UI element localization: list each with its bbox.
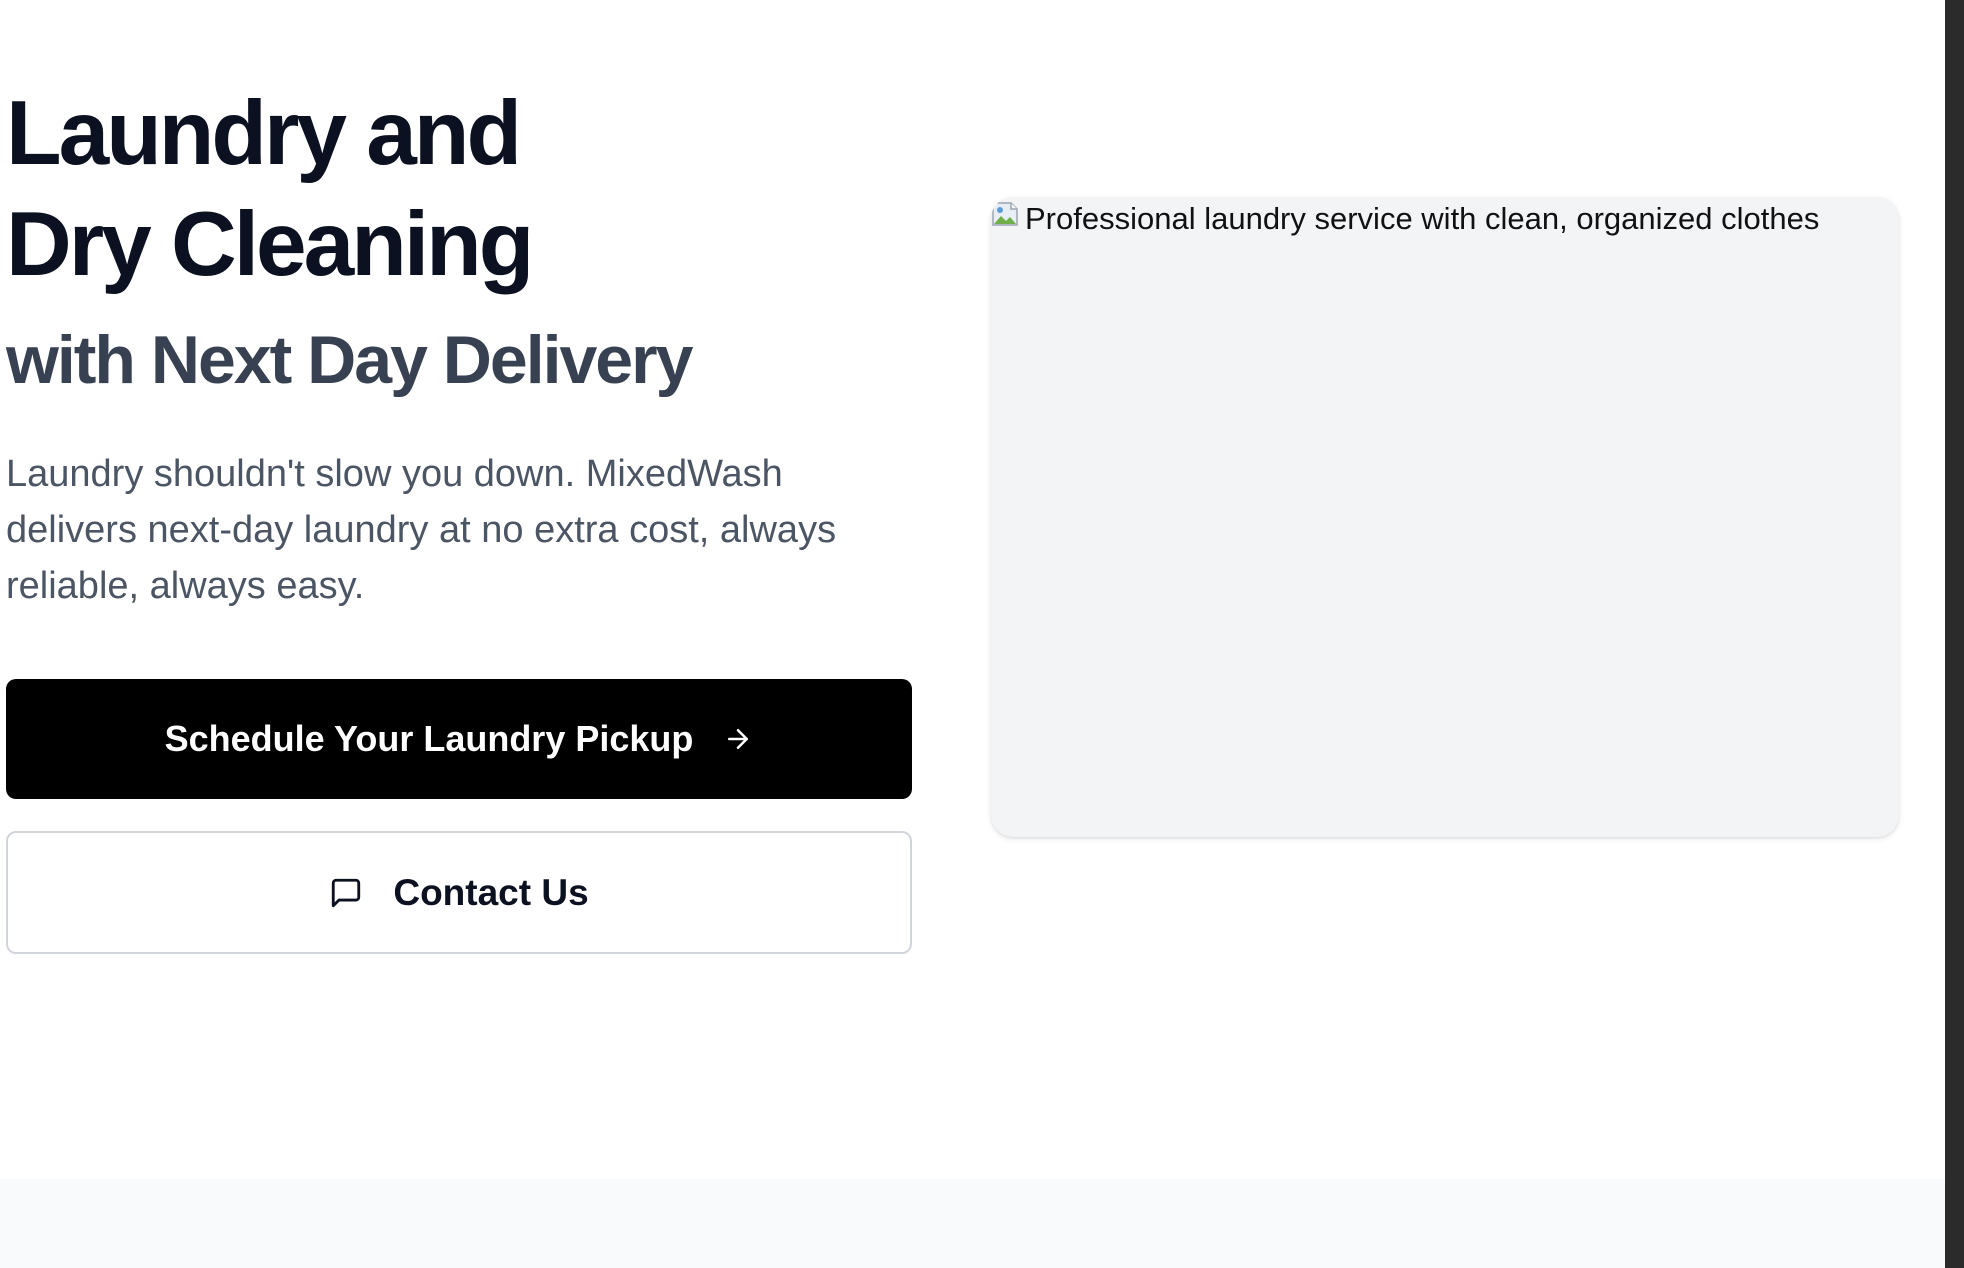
hero-subtitle: with Next Day Delivery bbox=[6, 322, 693, 398]
broken-image-icon bbox=[991, 197, 1025, 231]
page: Laundry and Dry Cleaning with Next Day D… bbox=[0, 0, 1945, 1268]
hero-image-alt: Professional laundry service with clean,… bbox=[991, 197, 1819, 244]
schedule-pickup-button[interactable]: Schedule Your Laundry Pickup bbox=[6, 679, 912, 799]
hero-image-alt-text: Professional laundry service with clean,… bbox=[1025, 201, 1820, 236]
arrow-right-icon bbox=[723, 724, 753, 754]
hero-title-line-1: Laundry and bbox=[6, 83, 522, 184]
contact-us-button[interactable]: Contact Us bbox=[6, 831, 912, 954]
hero-title: Laundry and Dry Cleaning bbox=[6, 78, 534, 300]
contact-us-label: Contact Us bbox=[393, 871, 589, 913]
hero-description: Laundry shouldn't slow you down. MixedWa… bbox=[6, 453, 837, 607]
next-section bbox=[0, 1179, 1945, 1268]
hero-title-line-2: Dry Cleaning bbox=[6, 194, 534, 295]
hero-image: Professional laundry service with clean,… bbox=[991, 197, 1899, 837]
schedule-pickup-label: Schedule Your Laundry Pickup bbox=[164, 718, 694, 759]
message-square-icon bbox=[329, 876, 363, 910]
scrollbar[interactable] bbox=[1945, 0, 1964, 1268]
